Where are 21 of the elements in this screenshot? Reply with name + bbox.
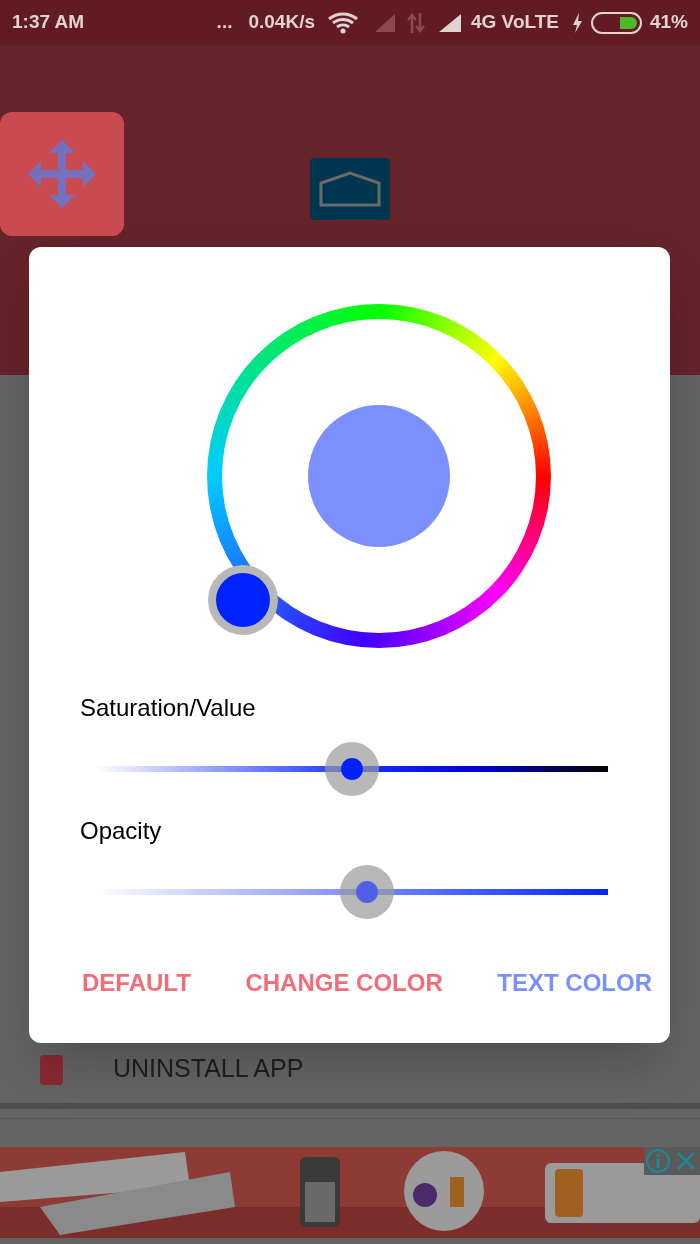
slider-thumb[interactable] [324, 742, 379, 796]
network-speed: 0.04K/s [248, 10, 315, 35]
notification-dots: ... [216, 10, 233, 35]
charging-icon [570, 11, 583, 34]
slider-label: Saturation/Value [80, 693, 256, 723]
data-arrows-icon [407, 11, 425, 34]
dialog-button[interactable]: TEXT COLOR [497, 965, 652, 1001]
uninstall-label: UNINSTALL APP [113, 1053, 304, 1084]
slider-thumb[interactable] [339, 865, 394, 919]
battery-icon [590, 11, 642, 34]
slider-label: Opacity [80, 816, 162, 846]
app-icon [40, 1054, 63, 1085]
signal-icon [437, 11, 463, 34]
dialog-button[interactable]: DEFAULT [82, 965, 191, 1001]
network-type: 4G VoLTE [471, 10, 559, 35]
dialog-button[interactable]: CHANGE COLOR [245, 965, 443, 1001]
home-icon [317, 171, 383, 207]
move-icon [28, 140, 96, 208]
clock: 1:37 AM [12, 10, 85, 35]
battery-percent: 41% [649, 10, 688, 35]
slider[interactable] [95, 742, 608, 796]
